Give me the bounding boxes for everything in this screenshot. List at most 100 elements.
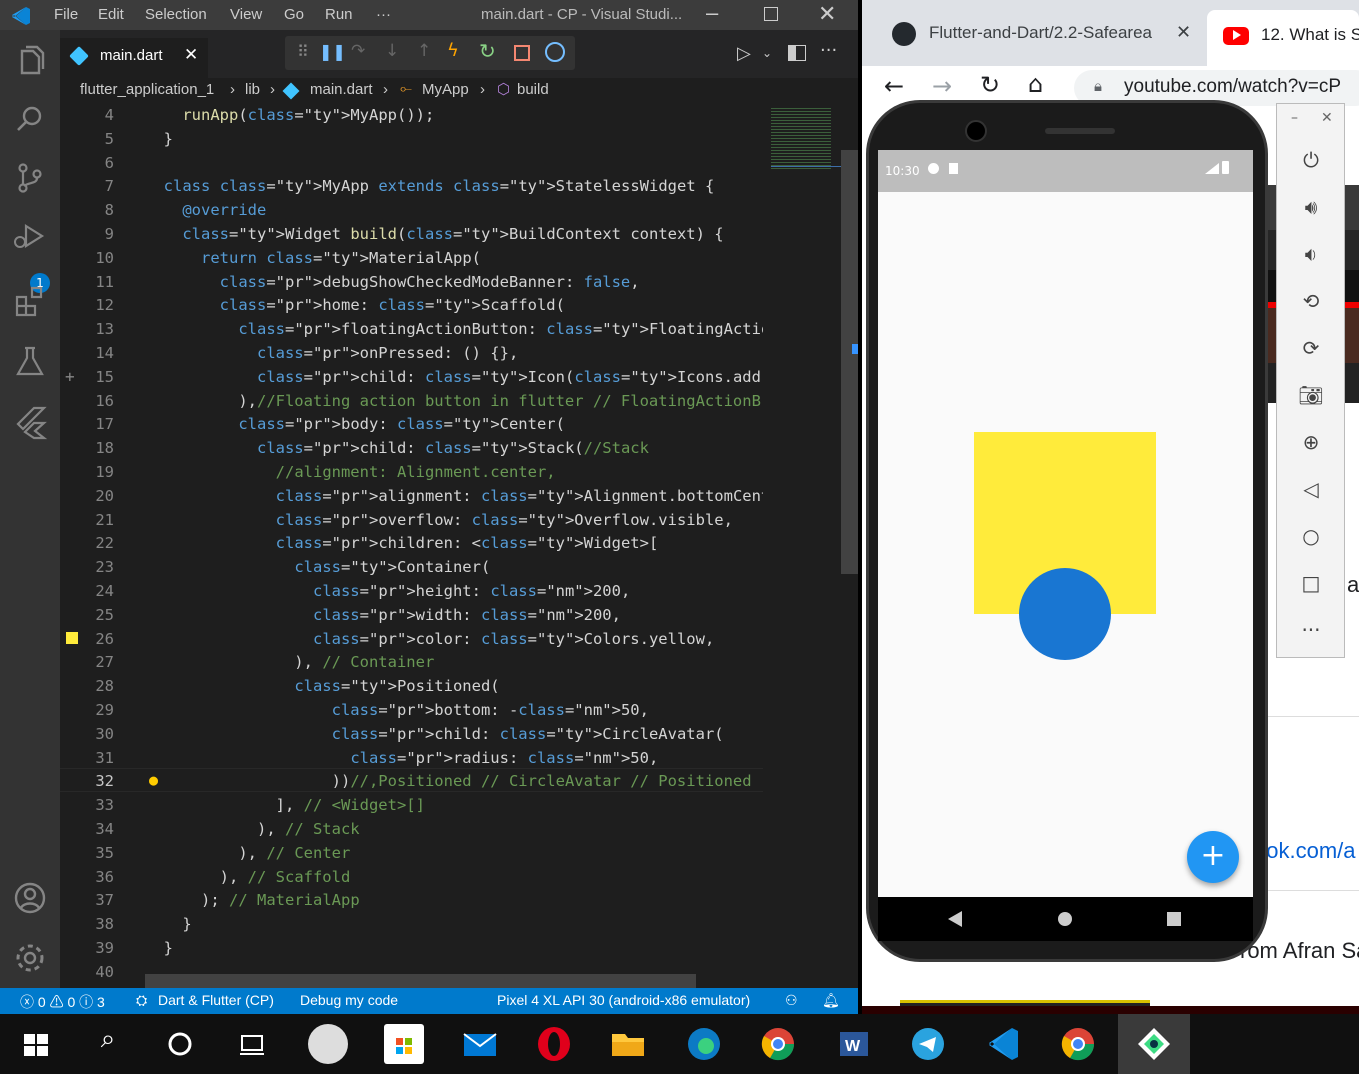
- stop-icon[interactable]: [514, 45, 530, 61]
- minimap[interactable]: [763, 104, 841, 988]
- reload-icon[interactable]: ↻: [980, 71, 1000, 99]
- code-line: @override: [182, 201, 267, 220]
- nav-recents-icon[interactable]: [1167, 912, 1181, 926]
- breadcrumb-file[interactable]: main.dart: [310, 81, 373, 98]
- testing-icon[interactable]: [12, 344, 48, 380]
- add-breakpoint-icon[interactable]: +: [65, 367, 75, 386]
- pause-icon[interactable]: ❚❚: [319, 42, 346, 61]
- forward-arrow-icon[interactable]: →: [932, 72, 952, 100]
- code-editor[interactable]: 4 5 6 7 8 9 10 11 12 13 14 15 16 17 18 19 20 21 22 23 24 25 26…: [60, 104, 858, 988]
- menu-go[interactable]: Go: [284, 6, 304, 23]
- menu-run[interactable]: Run: [325, 6, 353, 23]
- search-icon[interactable]: [12, 102, 48, 138]
- more-options-icon[interactable]: ···: [1297, 616, 1325, 644]
- debug-project[interactable]: Dart & Flutter (CP): [158, 992, 274, 1008]
- telegram-icon[interactable]: [908, 1024, 948, 1064]
- rotate-left-icon[interactable]: ⟲: [1297, 287, 1325, 315]
- edge-icon[interactable]: [684, 1024, 724, 1064]
- nav-home-icon[interactable]: [1058, 912, 1072, 926]
- opera-icon[interactable]: [534, 1024, 574, 1064]
- chrome-tab-youtube[interactable]: 12. What is S: [1207, 10, 1359, 66]
- cortana-icon[interactable]: [160, 1024, 200, 1064]
- extensions-icon[interactable]: [12, 284, 48, 320]
- breadcrumb-lib[interactable]: lib: [245, 81, 260, 98]
- tab-close-icon[interactable]: ✕: [1176, 22, 1191, 43]
- file-explorer-icon[interactable]: [608, 1024, 648, 1064]
- menu-selection[interactable]: Selection: [145, 6, 207, 23]
- back-icon[interactable]: ◁: [1297, 475, 1325, 503]
- chrome-icon[interactable]: [758, 1024, 798, 1064]
- run-debug-icon[interactable]: [12, 218, 48, 254]
- vertical-scrollbar[interactable]: [841, 150, 858, 574]
- line-number: 13: [95, 320, 114, 339]
- floating-action-button[interactable]: +: [1187, 831, 1239, 883]
- line-number: 14: [95, 344, 114, 362]
- alarms-clock-icon[interactable]: [308, 1024, 348, 1064]
- emulator-minimize-button[interactable]: –: [1291, 110, 1298, 126]
- zoom-icon[interactable]: ⊕: [1297, 428, 1325, 456]
- devtools-search-icon[interactable]: [545, 42, 565, 62]
- device-selector[interactable]: Pixel 4 XL API 30 (android-x86 emulator): [497, 992, 750, 1008]
- overview-icon[interactable]: □: [1297, 569, 1325, 597]
- explorer-icon[interactable]: [12, 44, 48, 80]
- rotate-right-icon[interactable]: ⟳: [1297, 334, 1325, 362]
- menu-more[interactable]: ···: [376, 6, 391, 23]
- volume-up-icon[interactable]: 🔊︎: [1297, 193, 1325, 221]
- notifications-bell-icon[interactable]: 🔔︎: [822, 992, 840, 1009]
- method-icon: ⬡: [497, 81, 511, 98]
- line-number: 39: [95, 939, 114, 957]
- flutter-icon[interactable]: [12, 404, 48, 440]
- back-arrow-icon[interactable]: ←: [884, 72, 904, 100]
- accounts-icon[interactable]: [12, 880, 48, 916]
- more-actions-icon[interactable]: ···: [820, 40, 837, 61]
- home-icon[interactable]: ⌂: [1028, 70, 1043, 98]
- menu-file[interactable]: File: [54, 6, 78, 23]
- debug-mode[interactable]: Debug my code: [300, 992, 398, 1008]
- description-link[interactable]: ook.com/a: [1254, 838, 1356, 864]
- close-button[interactable]: ✕: [818, 1, 836, 27]
- chevron-down-icon[interactable]: ⌄: [762, 46, 772, 60]
- feedback-icon[interactable]: ⚇: [785, 992, 798, 1009]
- power-icon[interactable]: ⏻: [1297, 146, 1325, 174]
- debug-project-icon: ⛭: [136, 992, 148, 1008]
- camera-icon[interactable]: 📷︎: [1297, 381, 1325, 409]
- windows-start-icon[interactable]: [16, 1024, 56, 1064]
- hot-reload-icon[interactable]: ϟ: [447, 40, 459, 61]
- nav-back-icon[interactable]: [948, 911, 962, 927]
- drag-handle-icon[interactable]: ⠿: [297, 42, 309, 61]
- breadcrumb-project[interactable]: flutter_application_1: [80, 81, 214, 98]
- step-out-icon[interactable]: ↑: [417, 41, 431, 61]
- step-over-icon[interactable]: ↷: [351, 41, 365, 61]
- code-line: class="pr">color: class="ty">Colors.yell…: [312, 629, 715, 648]
- source-control-icon[interactable]: [12, 160, 48, 196]
- vscode-taskbar-icon[interactable]: [984, 1024, 1024, 1064]
- breadcrumb-method[interactable]: build: [517, 81, 549, 98]
- horizontal-scrollbar[interactable]: [145, 974, 696, 988]
- settings-gear-icon[interactable]: [12, 940, 48, 976]
- word-icon[interactable]: W: [834, 1024, 874, 1064]
- split-editor-icon[interactable]: [788, 45, 806, 61]
- restart-icon[interactable]: ↻: [479, 39, 496, 63]
- breadcrumb-class[interactable]: MyApp: [422, 81, 469, 98]
- menu-view[interactable]: View: [230, 6, 262, 23]
- tab-close-icon[interactable]: ✕: [184, 45, 198, 65]
- tab-main-dart[interactable]: main.dart ✕: [60, 38, 208, 78]
- chrome-tab-github[interactable]: Flutter-and-Dart/2.2-Safearea ✕: [876, 10, 1202, 58]
- home-icon[interactable]: ○: [1297, 522, 1325, 550]
- android-emulator-icon[interactable]: [1134, 1024, 1174, 1064]
- maximize-button[interactable]: [764, 7, 778, 21]
- task-view-icon[interactable]: [232, 1024, 272, 1064]
- lightbulb-icon[interactable]: ●: [149, 771, 158, 789]
- taskbar-search-icon[interactable]: ⌕: [88, 1024, 128, 1064]
- store-icon[interactable]: [384, 1024, 424, 1064]
- volume-down-icon[interactable]: 🔉︎: [1297, 240, 1325, 268]
- run-icon[interactable]: ▷: [737, 43, 751, 64]
- minimize-button[interactable]: –: [706, 0, 718, 26]
- step-into-icon[interactable]: ↓: [385, 41, 399, 61]
- problems-status[interactable]: ⓧ 0 ⚠ 0 ⓘ 3: [20, 992, 105, 1012]
- code-line: runApp(class="ty">MyApp());: [182, 106, 435, 124]
- chrome-icon[interactable]: [1058, 1024, 1098, 1064]
- emulator-close-button[interactable]: ✕: [1321, 110, 1333, 126]
- mail-icon[interactable]: [460, 1024, 500, 1064]
- menu-edit[interactable]: Edit: [98, 6, 124, 23]
